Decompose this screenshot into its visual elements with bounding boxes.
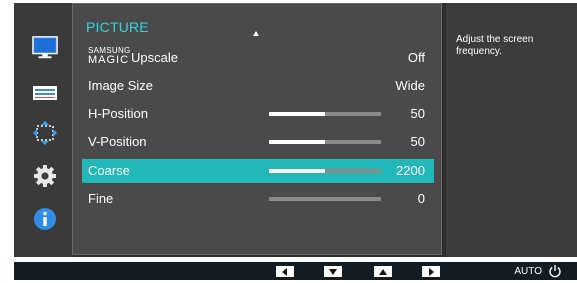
- menu-item-label: Fine: [88, 191, 114, 206]
- up-arrow-icon[interactable]: [374, 266, 392, 277]
- info-icon[interactable]: [32, 206, 58, 232]
- right-arrow-icon[interactable]: [422, 266, 440, 277]
- menu-item-value: 0: [417, 191, 425, 206]
- down-arrow-icon[interactable]: [324, 266, 342, 277]
- menu-item-v-position[interactable]: V-Position 50: [82, 130, 434, 154]
- menu-item-coarse[interactable]: Coarse 2200: [82, 159, 434, 183]
- scroll-up-icon[interactable]: [253, 31, 259, 36]
- menu-item-h-position[interactable]: H-Position 50: [82, 102, 434, 126]
- gear-icon[interactable]: [32, 163, 58, 189]
- adjust-icon[interactable]: [32, 80, 58, 106]
- slider-fill: [269, 112, 325, 116]
- menu-item-value: 2200: [396, 163, 425, 178]
- fine-slider[interactable]: [269, 197, 381, 201]
- footer-button-bar: [14, 262, 577, 280]
- sidebar: [14, 3, 72, 257]
- magic-brand-word: MAGIC: [88, 54, 130, 66]
- slider-fill: [269, 140, 325, 144]
- menu-item-label: Coarse: [88, 163, 130, 178]
- menu-item-label: V-Position: [88, 134, 147, 149]
- left-arrow-icon[interactable]: [276, 266, 294, 277]
- monitor-icon[interactable]: [32, 35, 58, 61]
- menu-item-value: 50: [410, 134, 425, 149]
- power-icon[interactable]: [548, 264, 562, 278]
- v-position-slider[interactable]: [269, 140, 381, 144]
- resize-icon[interactable]: [32, 120, 58, 146]
- menu-item-magic-upscale[interactable]: SAMSUNG MAGIC Upscale Off: [82, 46, 434, 70]
- menu-item-value: 50: [410, 106, 425, 121]
- menu-item-value: Wide: [395, 78, 425, 93]
- slider-fill: [269, 169, 325, 173]
- help-panel: Adjust the screen frequency.: [446, 3, 577, 257]
- h-position-slider[interactable]: [269, 112, 381, 116]
- picture-menu-panel: PICTURE SAMSUNG MAGIC Upscale Off Image …: [72, 3, 442, 255]
- menu-item-label: Image Size: [88, 78, 154, 93]
- menu-item-image-size[interactable]: Image Size Wide: [82, 74, 434, 98]
- coarse-slider[interactable]: [269, 169, 381, 173]
- menu-item-fine[interactable]: Fine 0: [82, 187, 434, 211]
- menu-item-label: Upscale: [131, 50, 178, 65]
- menu-item-value: Off: [407, 50, 425, 65]
- help-text: Adjust the screen frequency.: [456, 34, 534, 57]
- auto-button[interactable]: AUTO: [514, 266, 542, 277]
- menu-title: PICTURE: [86, 19, 149, 35]
- menu-item-label: H-Position: [88, 106, 148, 121]
